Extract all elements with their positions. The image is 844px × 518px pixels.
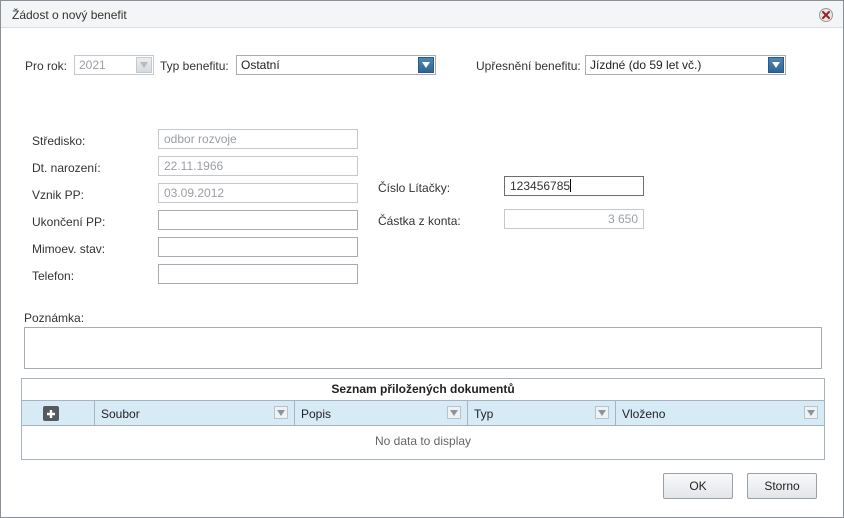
chevron-down-icon — [277, 409, 285, 416]
dialog-title: Žádost o nový benefit — [12, 8, 127, 22]
employment-start-label: Vznik PP: — [32, 188, 85, 202]
chevron-down-icon — [772, 62, 780, 68]
column-header-vlozeno[interactable]: Vloženo — [616, 401, 824, 425]
plus-icon — [47, 409, 55, 418]
text-caret — [570, 179, 572, 192]
cancel-button[interactable]: Storno — [747, 473, 817, 499]
column-header-label: Soubor — [101, 407, 140, 421]
column-header-typ[interactable]: Typ — [468, 401, 616, 425]
stredisko-label: Středisko: — [32, 134, 86, 148]
add-column-cell — [22, 401, 95, 425]
year-value: 2021 — [79, 58, 106, 72]
column-header-soubor[interactable]: Soubor — [95, 401, 295, 425]
chevron-down-icon — [140, 62, 148, 68]
documents-grid-caption: Seznam přiložených dokumentů — [22, 379, 824, 401]
column-filter-button[interactable] — [804, 406, 818, 419]
dialog-titlebar: Žádost o nový benefit — [1, 1, 843, 28]
column-filter-button[interactable] — [447, 406, 461, 419]
special-status-label: Mimoev. stav: — [32, 242, 106, 256]
year-label: Pro rok: — [25, 59, 68, 73]
column-filter-button[interactable] — [595, 406, 609, 419]
litacka-number-value: 123456785 — [510, 179, 571, 193]
benefit-spec-dropdown-button[interactable] — [768, 57, 784, 73]
birth-date-field: 22.11.1966 — [158, 156, 358, 176]
benefit-type-select[interactable]: Ostatní — [236, 55, 436, 75]
employment-end-label: Ukončení PP: — [32, 215, 106, 229]
benefit-request-dialog: Žádost o nový benefit Pro rok: 2021 Typ … — [0, 0, 844, 518]
benefit-type-label: Typ benefitu: — [160, 59, 229, 73]
benefit-type-dropdown-button[interactable] — [418, 57, 434, 73]
chevron-down-icon — [807, 409, 815, 416]
empty-grid-message: No data to display — [374, 434, 472, 448]
chevron-down-icon — [422, 62, 430, 68]
close-button[interactable] — [819, 8, 833, 22]
add-document-button[interactable] — [43, 406, 59, 421]
column-header-label: Typ — [474, 407, 494, 421]
benefit-spec-value: Jízdné (do 59 let vč.) — [590, 58, 702, 72]
chevron-down-icon — [450, 409, 458, 416]
phone-label: Telefon: — [32, 269, 75, 283]
employment-end-field[interactable] — [158, 210, 358, 230]
benefit-type-value: Ostatní — [241, 58, 280, 72]
special-status-field[interactable] — [158, 237, 358, 257]
phone-field[interactable] — [158, 264, 358, 284]
litacka-number-label: Číslo Lítačky: — [378, 181, 451, 195]
chevron-down-icon — [598, 409, 606, 416]
litacka-number-field[interactable]: 123456785 — [504, 176, 644, 196]
note-label: Poznámka: — [24, 311, 85, 325]
ok-button[interactable]: OK — [663, 473, 733, 499]
stredisko-field: odbor rozvoje — [158, 129, 358, 149]
benefit-spec-select[interactable]: Jízdné (do 59 let vč.) — [585, 55, 786, 75]
documents-grid-header: Soubor Popis Typ Vloženo — [22, 401, 824, 426]
benefit-spec-label: Upřesnění benefitu: — [476, 59, 581, 73]
column-header-label: Popis — [301, 407, 332, 421]
column-header-label: Vloženo — [622, 407, 666, 421]
documents-grid: Seznam přiložených dokumentů Soubor Popi… — [21, 378, 825, 460]
column-filter-button[interactable] — [274, 406, 288, 419]
employment-start-field: 03.09.2012 — [158, 183, 358, 203]
note-textarea[interactable] — [24, 327, 822, 369]
account-amount-field: 3 650 — [504, 209, 644, 229]
close-icon — [822, 11, 830, 19]
year-select[interactable]: 2021 — [74, 55, 154, 75]
year-dropdown-button[interactable] — [136, 57, 152, 73]
account-amount-label: Částka z konta: — [378, 214, 461, 228]
birth-date-label: Dt. narození: — [32, 161, 101, 175]
column-header-popis[interactable]: Popis — [295, 401, 468, 425]
